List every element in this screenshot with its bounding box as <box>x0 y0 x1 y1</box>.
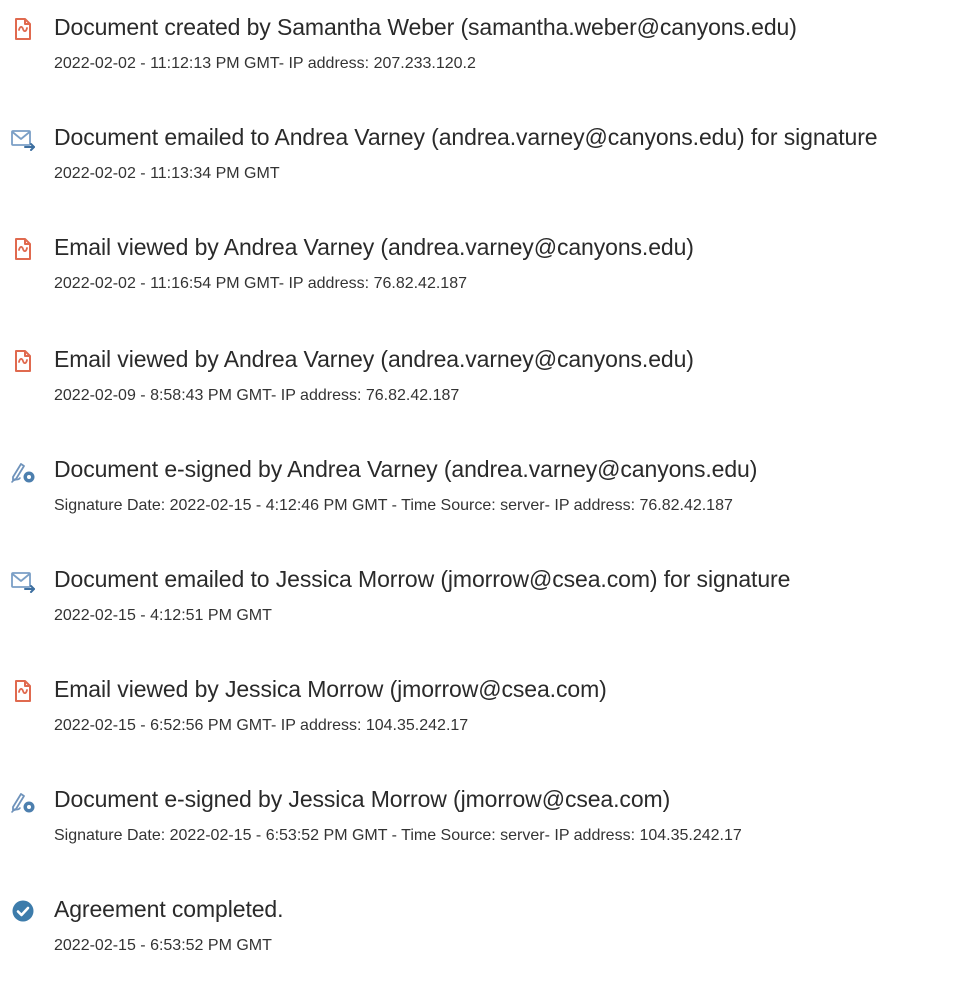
event-detail: 2022-02-02 - 11:16:54 PM GMT- IP address… <box>54 275 467 292</box>
email-viewed-icon <box>10 236 36 262</box>
event-title: Document emailed to Andrea Varney (andre… <box>54 124 878 150</box>
event-detail: Signature Date: 2022-02-15 - 6:53:52 PM … <box>54 827 742 844</box>
event-detail: 2022-02-15 - 6:52:56 PM GMT- IP address:… <box>54 717 469 734</box>
event-detail: 2022-02-09 - 8:58:43 PM GMT- IP address:… <box>54 387 460 404</box>
e-sign-icon <box>10 458 36 484</box>
history-event: Email viewed by Andrea Varney (andrea.va… <box>0 344 978 434</box>
history-event: Agreement completed. 2022-02-15 - 6:53:5… <box>0 894 978 984</box>
event-detail: 2022-02-15 - 4:12:51 PM GMT <box>54 607 272 624</box>
event-detail: 2022-02-02 - 11:12:13 PM GMT- IP address… <box>54 55 476 72</box>
event-title: Document e-signed by Jessica Morrow (jmo… <box>54 786 671 812</box>
email-sent-icon <box>10 126 36 152</box>
history-event: Email viewed by Jessica Morrow (jmorrow@… <box>0 674 978 764</box>
audit-history: Document created by Samantha Weber (sama… <box>0 0 978 954</box>
history-event: Document e-signed by Jessica Morrow (jmo… <box>0 784 978 874</box>
email-viewed-icon <box>10 678 36 704</box>
agreement-completed-icon <box>10 898 36 924</box>
event-title: Email viewed by Andrea Varney (andrea.va… <box>54 234 694 260</box>
email-viewed-icon <box>10 348 36 374</box>
email-sent-icon <box>10 568 36 594</box>
e-sign-icon <box>10 788 36 814</box>
event-title: Agreement completed. <box>54 896 284 922</box>
event-title: Document e-signed by Andrea Varney (andr… <box>54 456 758 482</box>
history-event: Document emailed to Jessica Morrow (jmor… <box>0 564 978 654</box>
history-event: Document emailed to Andrea Varney (andre… <box>0 122 978 212</box>
event-title: Document emailed to Jessica Morrow (jmor… <box>54 566 791 592</box>
document-created-icon <box>10 16 36 42</box>
event-title: Email viewed by Andrea Varney (andrea.va… <box>54 346 694 372</box>
event-detail: 2022-02-02 - 11:13:34 PM GMT <box>54 165 280 182</box>
event-title: Email viewed by Jessica Morrow (jmorrow@… <box>54 676 607 702</box>
history-event: Document created by Samantha Weber (sama… <box>0 12 978 102</box>
event-detail: Signature Date: 2022-02-15 - 4:12:46 PM … <box>54 497 733 514</box>
history-event: Email viewed by Andrea Varney (andrea.va… <box>0 232 978 322</box>
event-title: Document created by Samantha Weber (sama… <box>54 14 797 40</box>
history-event: Document e-signed by Andrea Varney (andr… <box>0 454 978 544</box>
